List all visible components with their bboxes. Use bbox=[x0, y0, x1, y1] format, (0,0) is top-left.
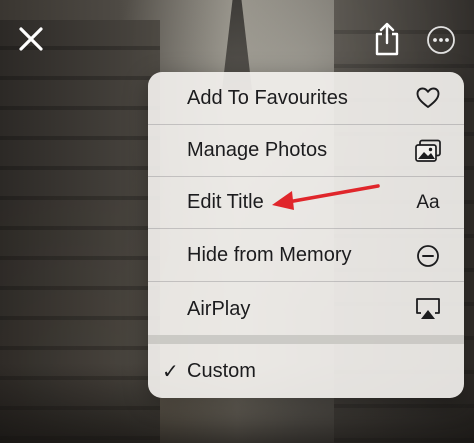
menu-separator bbox=[148, 335, 464, 344]
share-icon bbox=[375, 22, 399, 56]
more-button[interactable] bbox=[425, 24, 457, 56]
menu-item-airplay[interactable]: AirPlay bbox=[148, 283, 464, 335]
close-icon bbox=[19, 27, 43, 51]
menu-item-add-to-favourites[interactable]: Add To Favourites bbox=[148, 72, 464, 125]
menu-item-label: Custom bbox=[187, 359, 256, 382]
ellipsis-circle-icon bbox=[427, 26, 455, 54]
airplay-icon bbox=[414, 295, 442, 323]
menu-item-label: Manage Photos bbox=[187, 139, 328, 161]
menu-item-label: Add To Favourites bbox=[187, 86, 348, 109]
photos-stack-icon bbox=[414, 137, 442, 165]
checkmark-icon: ✓ bbox=[162, 360, 179, 383]
menu-item-label: AirPlay bbox=[187, 297, 251, 320]
menu-item-hide-from-memory[interactable]: Hide from Memory bbox=[148, 230, 464, 282]
text-format-icon: Aa bbox=[416, 191, 440, 213]
red-arrow-annotation bbox=[272, 184, 380, 210]
close-button[interactable] bbox=[14, 22, 48, 56]
heart-icon bbox=[414, 84, 442, 112]
context-menu: Add To Favourites Manage Photos Edit Tit… bbox=[148, 72, 464, 398]
share-button[interactable] bbox=[370, 20, 404, 58]
menu-item-manage-photos[interactable]: Manage Photos bbox=[148, 125, 464, 177]
menu-item-label: Hide from Memory bbox=[187, 244, 352, 266]
menu-item-custom[interactable]: ✓ Custom bbox=[148, 344, 464, 398]
menu-item-label: Edit Title bbox=[187, 191, 264, 213]
minus-circle-icon bbox=[414, 242, 442, 270]
